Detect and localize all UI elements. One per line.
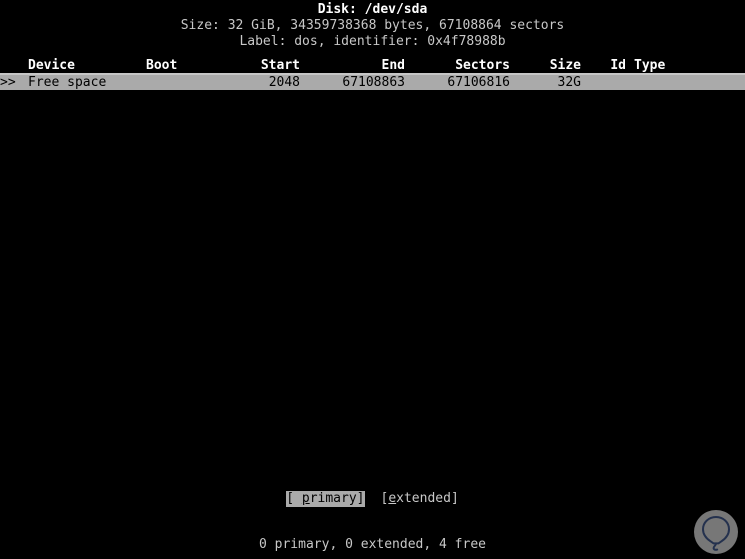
- row-cell-id: [600, 75, 626, 90]
- partition-summary: 0 primary, 0 extended, 4 free: [259, 537, 486, 552]
- disk-label-line: Label: dos, identifier: 0x4f78988b: [239, 34, 506, 49]
- cfdisk-screen: Disk: /dev/sda Size: 32 GiB, 34359738368…: [0, 0, 745, 559]
- status-line: 0 primary, 0 extended, 4 free: [0, 537, 745, 553]
- row-cell-sectors: 67106816: [447, 75, 510, 90]
- column-header-end: End: [381, 58, 405, 73]
- row-cell-start: 2048: [268, 75, 300, 90]
- column-header-sectors: Sectors: [455, 58, 510, 73]
- column-header-boot: Boot: [146, 58, 178, 73]
- balloon-logo-icon: [693, 509, 739, 555]
- primary-button-prefix: [: [286, 491, 302, 506]
- table-header-row: Device Boot Start End Sectors Size Id Ty…: [0, 58, 745, 75]
- row-cell-type: [634, 75, 734, 90]
- table-row[interactable]: >> Free space 2048 67108863 67106816 32G: [0, 75, 745, 92]
- row-cell-device: Free space: [28, 75, 107, 90]
- extended-button-hotkey: e: [388, 491, 397, 506]
- extended-button[interactable]: [extended]: [381, 491, 459, 507]
- row-cell-end: 67108863: [342, 75, 405, 90]
- column-header-id: Id: [610, 58, 626, 73]
- extended-button-rest: xtended]: [396, 491, 459, 506]
- column-header-size: Size: [549, 58, 581, 73]
- column-header-start: Start: [260, 58, 300, 73]
- disk-info-header: Disk: /dev/sda Size: 32 GiB, 34359738368…: [0, 2, 745, 50]
- disk-title: Disk: /dev/sda: [317, 2, 428, 17]
- disk-size-line: Size: 32 GiB, 34359738368 bytes, 6710886…: [180, 18, 565, 33]
- primary-button-hotkey: p: [301, 491, 310, 506]
- button-bar: [ primary] [extended]: [0, 491, 745, 507]
- column-header-type: Type: [634, 58, 666, 73]
- primary-button[interactable]: [ primary]: [286, 491, 365, 507]
- primary-button-rest: rimary]: [309, 491, 365, 506]
- column-header-device: Device: [28, 58, 75, 73]
- partition-table: Device Boot Start End Sectors Size Id Ty…: [0, 58, 745, 92]
- row-selection-marker: >>: [0, 75, 16, 90]
- row-cell-size: 32G: [557, 75, 581, 90]
- row-cell-boot: [146, 75, 206, 90]
